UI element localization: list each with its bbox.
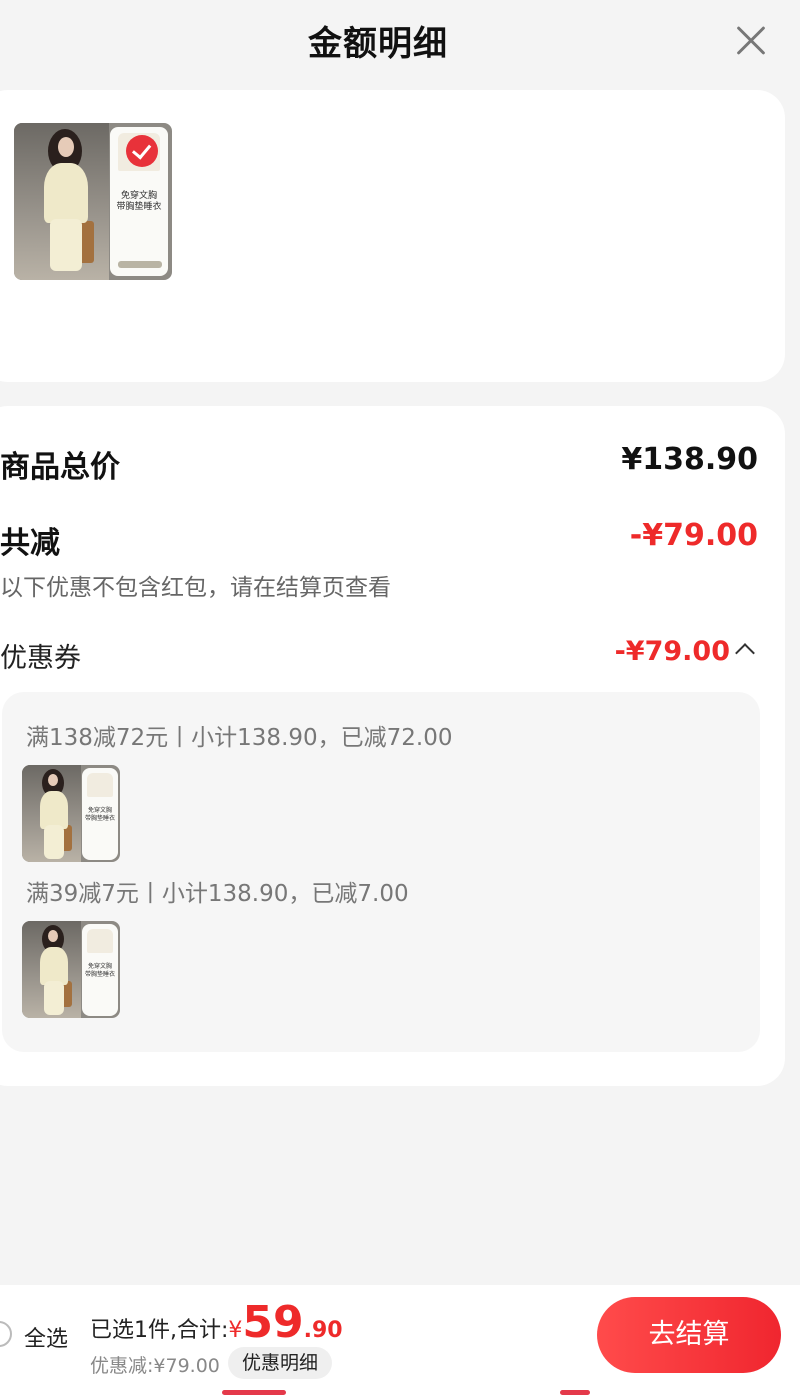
thumb-caption: 免穿文胸 带胸垫睡衣 — [82, 963, 118, 978]
divider — [222, 1390, 286, 1395]
checkout-bar: 全选 已选1件,合计:¥59.90 优惠减:¥79.00 优惠明细 去结算 — [0, 1285, 800, 1395]
discount-note: 以下优惠不包含红包，请在结算页查看 — [0, 575, 391, 601]
image-caption-line2: 带胸垫睡衣 — [116, 202, 162, 213]
coupon-product-thumb[interactable]: 免穿文胸 带胸垫睡衣 — [22, 921, 120, 1018]
select-all-radio[interactable] — [0, 1321, 12, 1347]
product-image[interactable]: 免穿文胸 带胸垫睡衣 — [14, 123, 172, 280]
close-icon[interactable] — [730, 20, 770, 60]
image-caption-line1: 免穿文胸 — [120, 191, 157, 201]
product-card: 免穿文胸 带胸垫睡衣 ¥59.9 x1 — [0, 90, 785, 439]
thumb-caption: 免穿文胸 带胸垫睡衣 — [82, 807, 118, 822]
coupon-product-thumb[interactable]: 免穿文胸 带胸垫睡衣 — [22, 765, 120, 862]
header: 金额明细 — [0, 0, 800, 80]
total-symbol: ¥ — [228, 1318, 243, 1343]
check-icon — [126, 135, 158, 167]
total-decimal: .90 — [303, 1318, 343, 1343]
coupon-label[interactable]: 优惠券 — [0, 636, 81, 675]
discount-detail-button[interactable]: 优惠明细 — [228, 1347, 333, 1379]
total-integer: 59 — [242, 1297, 304, 1348]
checkout-button[interactable]: 去结算 — [597, 1297, 781, 1373]
reduction-value: -¥79.00 — [629, 518, 758, 553]
select-all-label[interactable]: 全选 — [24, 1321, 68, 1353]
thumb-caption-line2: 带胸垫睡衣 — [84, 814, 115, 822]
image-caption: 免穿文胸 带胸垫睡衣 — [112, 191, 166, 214]
thumb-caption-line2: 带胸垫睡衣 — [84, 970, 115, 978]
coupon-rule: 满39减7元丨小计138.90，已减7.00 — [26, 881, 409, 907]
total-value: ¥138.90 — [621, 442, 758, 477]
total-summary: 已选1件,合计:¥59.90 — [90, 1297, 343, 1348]
total-label: 商品总价 — [0, 450, 120, 485]
thumb-caption-line1: 免穿文胸 — [87, 807, 112, 814]
thumb-caption-line1: 免穿文胸 — [87, 963, 112, 970]
total-prefix: 已选1件,合计: — [90, 1318, 229, 1343]
coupon-details: 满138减72元丨小计138.90，已减72.00 免穿文胸 带胸垫睡衣 满39… — [2, 692, 760, 1052]
coupon-rule: 满138减72元丨小计138.90，已减72.00 — [26, 725, 453, 751]
page-title: 金额明细 — [308, 24, 448, 64]
reduction-label: 共减 — [0, 526, 60, 561]
discount-amount: 优惠减:¥79.00 — [90, 1355, 220, 1377]
coupon-value[interactable]: -¥79.00 — [615, 636, 730, 667]
divider — [560, 1390, 590, 1395]
